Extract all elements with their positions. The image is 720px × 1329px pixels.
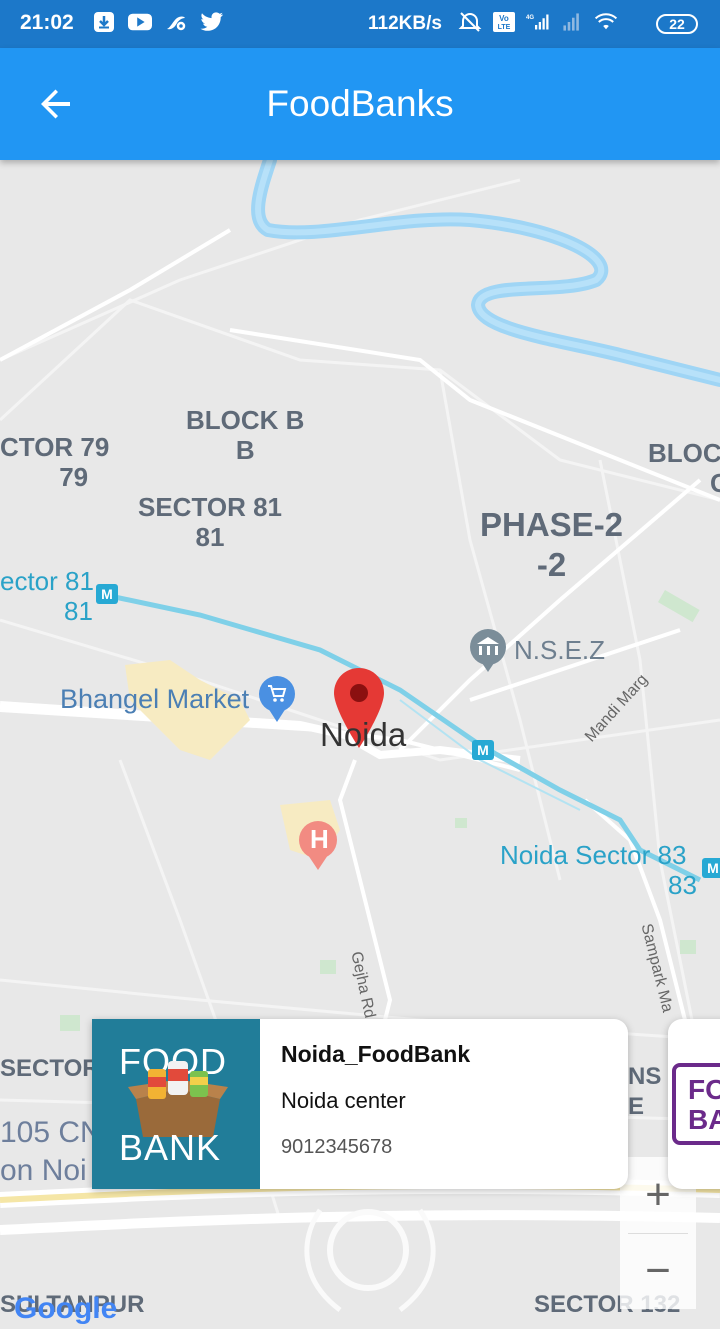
label-e: E — [628, 1093, 645, 1120]
net-speed: 112KB/s — [368, 13, 442, 34]
label-noida-sector-83: Noida Sector 83 83 — [500, 840, 697, 900]
page-title: FoodBanks — [266, 83, 454, 124]
label-sector-left: SECTOR — [0, 1055, 100, 1082]
label-ns: NS — [628, 1063, 662, 1090]
label-block-c: BLOCKC — [648, 438, 720, 498]
next-logo-text: FO BA — [688, 1074, 720, 1135]
svg-text:Vo: Vo — [499, 14, 509, 23]
app-bar: FoodBanks — [0, 48, 720, 160]
foodbank-center: Noida center — [281, 1088, 406, 1113]
battery-icon: 22 — [656, 14, 698, 34]
system-icons: Vo LTE 4G — [458, 10, 618, 34]
notification-icons — [92, 10, 224, 34]
foodbank-logo: FOOD BANK — [92, 1019, 260, 1189]
metro-icon: M — [472, 740, 494, 760]
metro-icon: M — [702, 858, 720, 878]
label-phase-2: PHASE-2 -2 — [480, 506, 624, 583]
google-logo: Google — [14, 1292, 118, 1325]
label-sector-81: SECTOR 81 81 — [138, 492, 283, 552]
status-bar: 21:02 112KB/s Vo LTE 4G 22 — [0, 0, 720, 48]
label-sector-79: CTOR 79 79 — [0, 432, 110, 492]
status-time: 21:02 — [20, 11, 74, 34]
svg-text:4G: 4G — [526, 15, 534, 21]
foodbank-name: Noida_FoodBank — [281, 1041, 471, 1067]
signal-weak-icon — [560, 10, 584, 34]
label-sector-81-metro: ector 81 81 — [0, 566, 94, 626]
svg-text:LTE: LTE — [498, 24, 511, 31]
wifi-icon — [594, 10, 618, 34]
foodbank-card-next[interactable]: FO BA — [668, 1019, 720, 1189]
metro-icon: M — [96, 584, 118, 604]
label-noida: Noida — [320, 716, 407, 753]
hospital-icon: H — [310, 824, 329, 854]
label-block-b: BLOCK BB — [186, 405, 305, 465]
label-bhangel-market: Bhangel Market — [60, 684, 250, 714]
download-icon — [92, 10, 116, 34]
label-sector-105: 105 CN — [0, 1116, 102, 1149]
foodbank-card[interactable]: FOOD BANK Noida_FoodBank Noida center 90… — [92, 1019, 628, 1189]
zoom-out-button[interactable]: − — [620, 1233, 696, 1309]
foodbank-phone[interactable]: 9012345678 — [281, 1136, 470, 1159]
alarm-off-icon — [458, 10, 482, 34]
zoom-divider — [628, 1233, 688, 1234]
label-nsez: N.S.E.Z — [514, 635, 606, 665]
app-swirl-icon — [164, 10, 188, 34]
label-on-noida: on Noi — [0, 1154, 87, 1187]
volte-icon: Vo LTE — [492, 10, 516, 34]
logo-text-bottom: BANK — [119, 1127, 222, 1168]
youtube-icon — [128, 10, 152, 34]
twitter-icon — [200, 10, 224, 34]
signal-4g-icon: 4G — [526, 10, 550, 34]
